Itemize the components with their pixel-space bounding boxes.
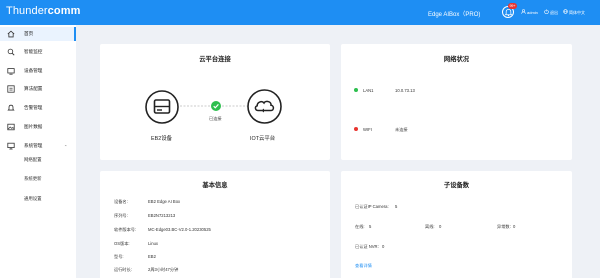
sidebar-item-alerts[interactable]: 告警管理: [0, 101, 76, 115]
sidebar-item-home[interactable]: 首页: [0, 27, 76, 41]
nvr-count: 0: [382, 244, 385, 249]
search-icon: [7, 48, 15, 56]
status-dot-online: [354, 88, 358, 92]
globe-icon: [563, 9, 568, 14]
info-value: 2周3小时47分钟: [148, 267, 179, 272]
camera-label: 已认证IP Camera:: [355, 204, 389, 209]
info-label: 运行时长:: [114, 267, 132, 272]
brand-logo: Thundercomm: [6, 5, 80, 17]
card-title: 网络状况: [443, 56, 470, 63]
logo-regular: Thunder: [6, 5, 48, 17]
image-icon: [7, 123, 15, 131]
bell-icon: [504, 8, 513, 17]
online-count: 5: [369, 224, 372, 229]
system-icon: [7, 142, 15, 150]
cloud-icon: [247, 89, 282, 124]
nvr-label: 已认证 NVR:: [355, 244, 379, 249]
abnormal-label: 异常数:: [497, 224, 511, 229]
connection-status: 已连接: [209, 116, 222, 121]
user-icon: [521, 9, 526, 14]
info-label: 设备名:: [114, 199, 128, 204]
sidebar-item-label: 系统管理: [24, 143, 43, 148]
sidebar-item-label: 算法配置: [24, 86, 43, 91]
alert-icon: [7, 104, 15, 111]
offline-label: 离线:: [425, 224, 435, 229]
logout-button[interactable]: 退出: [550, 10, 558, 16]
network-name: LAN1: [363, 88, 374, 93]
sidebar-subitem-general[interactable]: 通用设置: [24, 196, 42, 202]
camera-count: 5: [395, 204, 398, 209]
language-selector[interactable]: 简体中文: [569, 10, 585, 16]
sidebar-item-label: 告警管理: [24, 105, 43, 110]
check-icon: [211, 101, 221, 111]
sidebar-item-label: 图片数据: [24, 124, 43, 129]
sidebar-subitem-network[interactable]: 网络配置: [24, 157, 42, 163]
cloud-label: IOT云平台: [250, 136, 276, 142]
card-title: 基本信息: [202, 182, 228, 189]
card-title: 子设备数: [443, 182, 470, 189]
info-value: EB2 Edge AI Box: [148, 199, 181, 204]
device-icon: [7, 68, 15, 75]
card-title: 云平台连接: [199, 56, 231, 63]
info-label: 序列号:: [114, 213, 128, 218]
info-value: MC-Edge03.BC-V2.0-1.20230525: [148, 227, 211, 232]
network-value: 10.0.73.13: [395, 88, 415, 93]
sidebar-item-devices[interactable]: 设备管理: [0, 64, 76, 78]
device-box-icon: [145, 90, 179, 124]
network-name: WIFI: [363, 127, 372, 132]
sidebar: 首页 智能监控 设备管理 算法配置 告警管理 图片数据 系统管理 ⌃ 网络配置 …: [0, 25, 76, 278]
home-icon: [7, 30, 15, 38]
offline-count: 0: [439, 224, 442, 229]
status-dot-offline: [354, 127, 358, 131]
info-label: OS版本:: [114, 241, 130, 246]
info-label: 软件版本号:: [114, 227, 137, 232]
network-value: 未连接: [395, 127, 408, 132]
sidebar-item-system[interactable]: 系统管理 ⌃: [0, 139, 76, 153]
info-value: Linux: [148, 241, 159, 246]
sidebar-item-images[interactable]: 图片数据: [0, 120, 76, 134]
network-status-card: 网络状况 LAN1 10.0.73.13 WIFI 未连接: [341, 44, 572, 160]
product-name: Edge AIBox（PRO): [428, 12, 481, 18]
sidebar-item-label: 设备管理: [24, 68, 43, 73]
online-label: 在线:: [355, 224, 365, 229]
notification-badge: 99+: [508, 3, 517, 9]
cloud-connection-card: 云平台连接 EB2设备 已连接 IOT云平台: [100, 44, 330, 160]
user-name[interactable]: admin: [527, 10, 538, 15]
algorithm-icon: [7, 85, 15, 93]
device-label: EB2设备: [151, 136, 172, 142]
abnormal-count: 0: [513, 224, 516, 229]
sidebar-item-algorithm[interactable]: 算法配置: [0, 82, 76, 96]
top-bar: Thundercomm Edge AIBox（PRO) 99+ admin 退出…: [0, 0, 600, 25]
info-value: EB2: [148, 254, 156, 259]
logo-bold: comm: [47, 5, 81, 17]
info-label: 型号:: [114, 254, 124, 259]
logout-icon: [544, 9, 549, 14]
sidebar-item-label: 首页: [24, 31, 34, 36]
sidebar-item-monitor[interactable]: 智能监控: [0, 45, 76, 59]
basic-info-card: 基本信息 设备名: EB2 Edge AI Box 序列号: EB2N72132…: [100, 171, 330, 278]
view-details-link[interactable]: 查看详情: [355, 263, 372, 269]
info-value: EB2N7213213: [148, 213, 176, 218]
sidebar-item-label: 智能监控: [24, 49, 43, 54]
sidebar-subitem-update[interactable]: 系统更新: [24, 176, 42, 182]
chevron-up-icon: ⌃: [64, 144, 68, 149]
sub-devices-card: 子设备数 已认证IP Camera: 5 在线: 5 离线: 0 异常数: 0 …: [341, 171, 572, 278]
